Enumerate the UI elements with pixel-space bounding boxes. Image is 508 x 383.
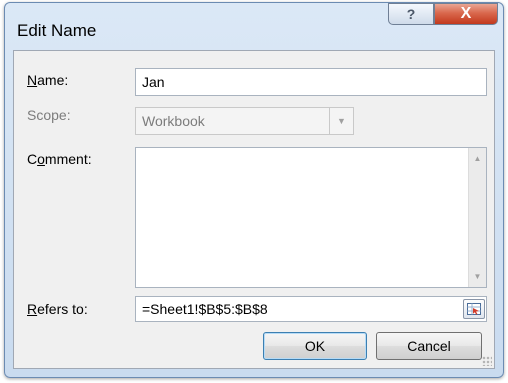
ok-button[interactable]: OK [263, 332, 367, 360]
refers-to-value: =Sheet1!$B$5:$B$8 [142, 301, 268, 317]
scope-value: Workbook [142, 113, 205, 129]
name-label: Name: [27, 72, 69, 88]
scope-label: Scope: [27, 107, 71, 123]
refers-to-label: Refers to: [27, 301, 88, 317]
help-button[interactable]: ? [388, 3, 434, 25]
comment-label: Comment: [27, 151, 92, 167]
comment-textarea[interactable]: ▲ ▼ [135, 147, 487, 288]
scope-dropdown[interactable]: Workbook ▼ [135, 107, 354, 135]
edit-name-dialog: Edit Name ? X Name: Jan Scope: Workbook … [4, 2, 504, 378]
scroll-up-icon[interactable]: ▲ [469, 150, 486, 167]
close-icon: X [460, 5, 472, 22]
dialog-body: Name: Jan Scope: Workbook ▼ Comment: ▲ ▼… [13, 50, 495, 369]
collapse-dialog-icon [467, 303, 481, 315]
close-button[interactable]: X [434, 3, 498, 25]
scroll-down-icon[interactable]: ▼ [469, 268, 486, 285]
refers-to-input[interactable]: =Sheet1!$B$5:$B$8 [135, 296, 487, 322]
comment-scrollbar[interactable]: ▲ ▼ [468, 148, 486, 287]
name-value: Jan [142, 74, 165, 90]
cancel-button[interactable]: Cancel [376, 332, 482, 360]
range-picker-button[interactable] [463, 299, 485, 319]
name-input[interactable]: Jan [135, 68, 487, 96]
resize-grip[interactable] [482, 356, 492, 366]
help-icon: ? [406, 6, 416, 22]
chevron-down-icon: ▼ [329, 108, 353, 134]
dialog-title: Edit Name [17, 21, 97, 40]
